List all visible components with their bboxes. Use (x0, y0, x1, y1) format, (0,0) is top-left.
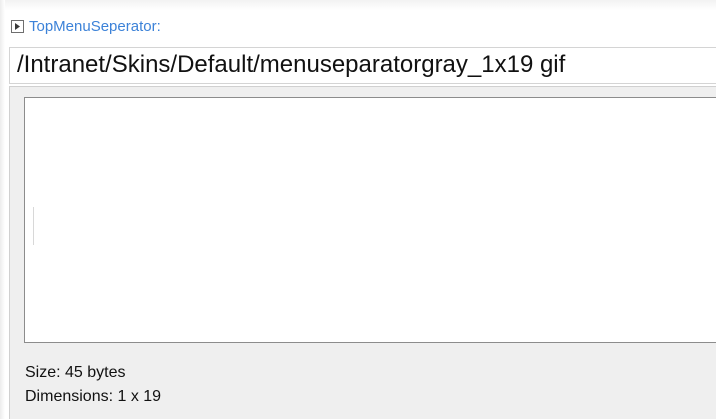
image-dimensions-label: Dimensions: 1 x 19 (25, 388, 162, 405)
image-preview-box (24, 97, 716, 343)
top-shadow (0, 0, 716, 10)
left-edge-shadow (0, 0, 5, 419)
image-preview-panel: Size: 45 bytes Dimensions: 1 x 19 (9, 86, 716, 419)
triangle-right-icon[interactable] (11, 19, 24, 33)
separator-image-preview (33, 207, 34, 245)
property-header: TopMenuSeperator: (11, 14, 161, 38)
image-property-panel: TopMenuSeperator: /Intranet/Skins/Defaul… (0, 0, 716, 419)
image-size-label: Size: 45 bytes (25, 364, 126, 381)
property-name-link[interactable]: TopMenuSeperator: (29, 18, 161, 35)
image-path-field[interactable]: /Intranet/Skins/Default/menuseparatorgra… (9, 47, 716, 84)
